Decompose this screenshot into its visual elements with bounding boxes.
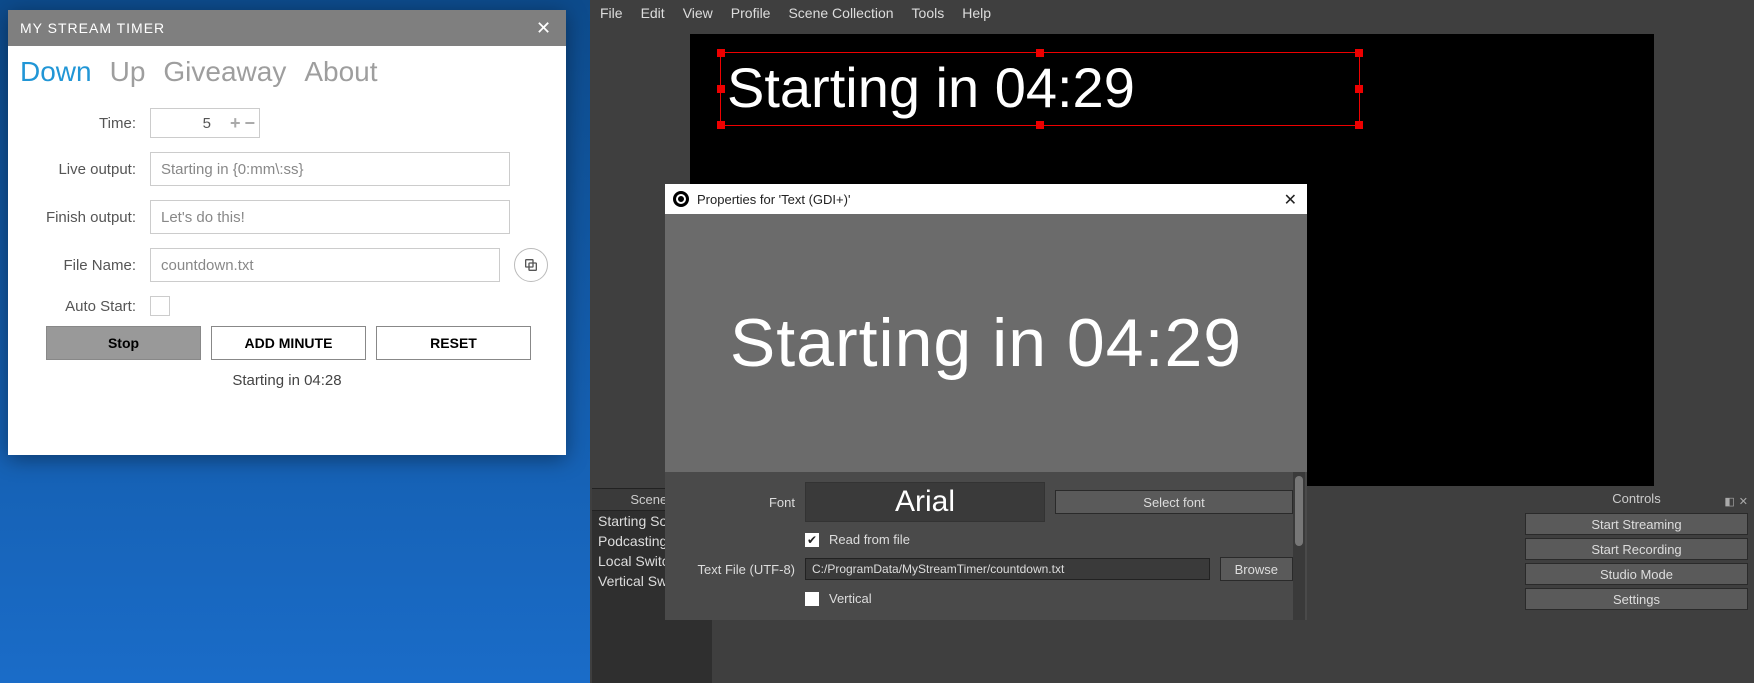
tab-down[interactable]: Down [20, 56, 92, 88]
start-recording-button[interactable]: Start Recording [1525, 538, 1748, 560]
timer-form: Time: 5 + − Live output: Finish output: … [8, 102, 566, 316]
preview-text: Starting in 04:29 [721, 53, 1359, 123]
undock-icon[interactable]: ◧ [1724, 491, 1734, 513]
add-minute-button[interactable]: ADD MINUTE [211, 326, 366, 360]
stop-button[interactable]: Stop [46, 326, 201, 360]
label-font: Font [679, 495, 795, 510]
close-panel-icon[interactable]: ✕ [1739, 491, 1748, 513]
settings-button[interactable]: Settings [1525, 588, 1748, 610]
close-icon[interactable]: ✕ [1284, 190, 1297, 210]
close-icon[interactable]: ✕ [530, 14, 558, 42]
properties-preview: Starting in 04:29 [665, 214, 1307, 472]
label-finish-output: Finish output: [26, 209, 136, 226]
font-display: Arial [805, 482, 1045, 522]
label-live-output: Live output: [26, 161, 136, 178]
source-bounding-box[interactable]: Starting in 04:29 [720, 52, 1360, 126]
controls-panel: Controls ◧ ✕ Start Streaming Start Recor… [1519, 488, 1754, 683]
obs-logo-icon [673, 191, 689, 207]
start-streaming-button[interactable]: Start Streaming [1525, 513, 1748, 535]
live-output-input[interactable] [150, 152, 510, 186]
minus-icon[interactable]: − [244, 113, 255, 134]
text-file-input[interactable] [805, 558, 1210, 580]
menu-edit[interactable]: Edit [641, 5, 665, 21]
row-read-from-file: ✔ Read from file [679, 532, 1293, 547]
label-time: Time: [26, 115, 136, 132]
row-file-name: File Name: [26, 248, 548, 282]
row-text-file: Text File (UTF-8) Browse [679, 557, 1293, 581]
studio-mode-button[interactable]: Studio Mode [1525, 563, 1748, 585]
label-text-file: Text File (UTF-8) [679, 562, 795, 577]
reset-button[interactable]: RESET [376, 326, 531, 360]
label-vertical: Vertical [829, 591, 872, 606]
timer-status: Starting in 04:28 [8, 372, 566, 389]
browse-button[interactable]: Browse [1220, 557, 1293, 581]
controls-title: Controls ◧ ✕ [1519, 488, 1754, 510]
stream-timer-window: MY STREAM TIMER ✕ Down Up Giveaway About… [8, 10, 566, 455]
read-from-file-checkbox[interactable]: ✔ [805, 533, 819, 547]
row-font: Font Arial Select font [679, 482, 1293, 522]
menu-scene-collection[interactable]: Scene Collection [788, 5, 893, 21]
file-name-input[interactable] [150, 248, 500, 282]
label-read-from-file: Read from file [829, 532, 910, 547]
timer-titlebar[interactable]: MY STREAM TIMER ✕ [8, 10, 566, 46]
select-font-button[interactable]: Select font [1055, 490, 1293, 514]
properties-titlebar[interactable]: Properties for 'Text (GDI+)' ✕ [665, 184, 1307, 214]
label-auto-start: Auto Start: [26, 298, 136, 315]
properties-dialog: Properties for 'Text (GDI+)' ✕ Starting … [665, 184, 1307, 620]
menu-profile[interactable]: Profile [731, 5, 771, 21]
row-time: Time: 5 + − [26, 108, 548, 138]
timer-buttons: Stop ADD MINUTE RESET [8, 316, 566, 360]
row-live-output: Live output: [26, 152, 548, 186]
finish-output-input[interactable] [150, 200, 510, 234]
row-vertical: Vertical [679, 591, 1293, 606]
obs-menubar: File Edit View Profile Scene Collection … [590, 0, 1754, 26]
row-auto-start: Auto Start: [26, 296, 548, 316]
auto-start-checkbox[interactable] [150, 296, 170, 316]
properties-title: Properties for 'Text (GDI+)' [697, 192, 850, 207]
row-finish-output: Finish output: [26, 200, 548, 234]
menu-view[interactable]: View [683, 5, 713, 21]
tab-about[interactable]: About [304, 56, 377, 88]
menu-tools[interactable]: Tools [912, 5, 945, 21]
time-input[interactable]: 5 + − [150, 108, 260, 138]
properties-preview-text: Starting in 04:29 [730, 304, 1242, 382]
copy-icon[interactable] [514, 248, 548, 282]
vertical-checkbox[interactable] [805, 592, 819, 606]
tab-giveaway[interactable]: Giveaway [163, 56, 286, 88]
label-file-name: File Name: [26, 257, 136, 274]
properties-body: Font Arial Select font ✔ Read from file … [665, 472, 1307, 620]
scrollbar[interactable] [1293, 472, 1305, 620]
plus-icon[interactable]: + [230, 113, 241, 134]
timer-title: MY STREAM TIMER [20, 20, 165, 36]
timer-tabs: Down Up Giveaway About [8, 46, 566, 102]
menu-file[interactable]: File [600, 5, 623, 21]
menu-help[interactable]: Help [962, 5, 991, 21]
tab-up[interactable]: Up [110, 56, 146, 88]
